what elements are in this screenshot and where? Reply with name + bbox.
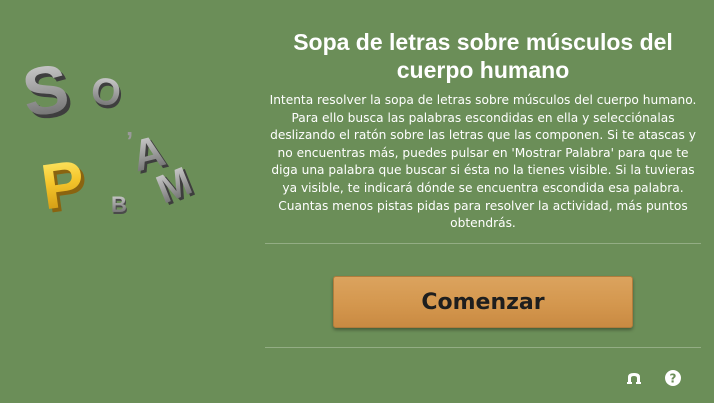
page-title: Sopa de letras sobre músculos del cuerpo…	[293, 29, 673, 83]
fullscreen-icon[interactable]	[625, 369, 643, 387]
logo-letter-o-face: O	[89, 70, 123, 115]
help-icon[interactable]: ?	[664, 369, 682, 387]
activity-intro-screen: S S O O ’ A A M M P P B B Sopa de letras…	[0, 0, 714, 403]
divider-bottom	[265, 347, 701, 348]
activity-description: Intenta resolver la sopa de letras sobre…	[269, 93, 697, 231]
intro-panel: Sopa de letras sobre músculos del cuerpo…	[265, 28, 701, 233]
logo-letter-b-face: B	[111, 192, 127, 217]
word-search-logo: S S O O ’ A A M M P P B B	[18, 50, 201, 227]
divider-top	[265, 243, 701, 244]
start-button[interactable]: Comenzar	[333, 276, 633, 328]
svg-text:?: ?	[670, 372, 677, 386]
